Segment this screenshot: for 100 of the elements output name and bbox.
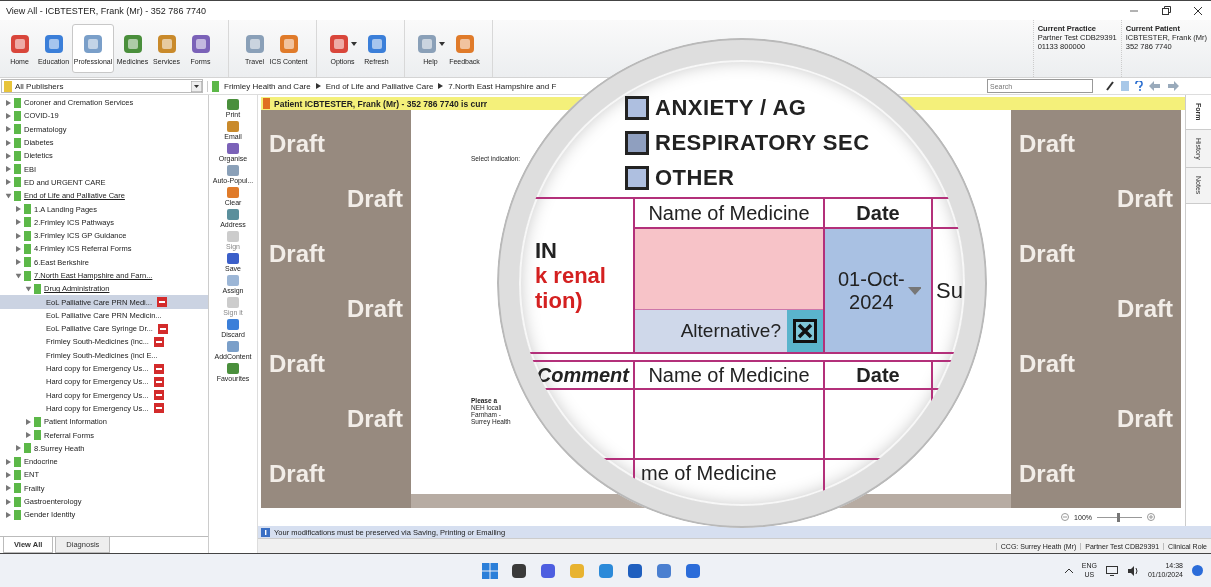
folder-icon [24,204,31,214]
app-icon[interactable] [685,562,701,579]
folder-icon [24,443,31,454]
checkbox[interactable] [625,95,649,120]
tile-icon [277,32,300,55]
folder-icon [14,150,21,161]
tile-icon [328,32,350,55]
folder-icon [24,230,31,241]
tile-icon [227,99,239,110]
forward-arrow-icon[interactable] [1167,81,1179,91]
medicine-input-field[interactable] [635,229,823,310]
window-title: View All - ICBTESTER, Frank (Mr) - 352 786 7740 [6,5,206,16]
folder-icon [34,430,41,441]
column-header: Name of Medicine [635,362,825,390]
tile-icon [155,32,178,55]
draft-watermark: Draft [269,239,325,268]
caret-icon [191,80,202,92]
tile-icon [227,209,239,220]
draft-watermark: Draft [269,350,325,379]
breadcrumb-link[interactable]: Frimley Health and Care [224,81,311,91]
warning-text: tion) [535,288,584,314]
tile-icon [227,253,239,264]
close-icon[interactable] [1193,5,1203,16]
draft-watermark: Draft [1117,295,1173,323]
folder-icon [14,164,21,175]
checkbox[interactable] [625,165,649,190]
zoom-slider-thumb[interactable] [1117,512,1121,522]
folder-icon [14,137,21,148]
column-header: Comment [525,362,635,390]
app-icon[interactable] [511,562,527,579]
folder-icon [24,257,31,268]
draft-watermark: Draft [347,405,403,434]
tile-icon [227,319,239,330]
alternative-row: Alternative? [635,310,823,352]
folder-icon [4,80,12,92]
tile-icon [227,165,239,176]
windows-icon[interactable] [482,562,498,579]
draft-watermark: Draft [1019,460,1075,489]
draft-watermark: Draft [347,295,403,323]
draft-watermark: Draft [269,460,325,489]
folder-icon [14,509,21,520]
tile-icon [42,32,65,55]
info-icon [261,527,270,537]
checkbox[interactable] [793,319,817,343]
cell-text: Su [936,277,963,304]
draft-watermark: Draft [1019,239,1075,268]
tile-icon [227,363,239,374]
expander-icon[interactable] [25,286,32,292]
restore-icon[interactable] [1161,5,1171,16]
tile-icon [121,32,144,55]
expander-icon[interactable] [16,206,21,212]
tile-icon [227,275,239,286]
caret-icon [907,286,921,295]
folder-icon [14,110,21,121]
tile-icon [227,143,239,154]
option-label: RESPIRATORY SEC [655,129,870,156]
minus-icon[interactable] [1061,513,1070,521]
folder-icon [14,97,21,108]
folder-icon [34,283,41,294]
column-header: me of Medicine [635,460,825,500]
tile-icon [416,32,438,55]
row-title: IN [535,237,558,263]
tile-icon [227,187,239,198]
draft-watermark: Draft [347,184,403,213]
checkbox[interactable] [625,130,649,155]
breadcrumb-link[interactable]: End of Life and Palliative Care [325,81,434,91]
folder-icon [212,80,219,92]
tile-icon [82,32,104,55]
caret-icon [439,41,445,46]
draft-watermark: Draft [1117,405,1173,434]
option-label: OTHER [655,164,735,191]
folder-icon [14,124,21,135]
date-field[interactable]: 01-Oct-2024 [825,229,933,354]
app-icon[interactable] [627,562,643,579]
tile-icon [243,32,266,55]
tile-icon [365,32,388,55]
folder-icon [14,190,21,201]
chevron-up-icon[interactable] [1064,568,1073,573]
chevron-icon [438,83,444,89]
caret-icon [351,41,357,46]
help-icon[interactable] [1135,81,1143,91]
folder-icon [14,483,21,494]
notification-icon[interactable] [1192,565,1203,576]
folder-icon [14,177,21,188]
folder-icon [24,270,31,281]
warning-text: k renal [535,262,607,289]
back-arrow-icon[interactable] [1149,81,1161,91]
tile-icon [453,32,476,55]
draft-watermark: Draft [269,129,325,158]
breadcrumb-link[interactable]: 7.North East Hampshire and F [448,81,557,91]
folder-icon [24,243,31,254]
speaker-icon[interactable] [1126,565,1139,576]
folder-icon [14,496,21,507]
app-icon[interactable] [540,562,556,579]
publisher-dropdown[interactable]: All Publishers [1,79,203,93]
folder-icon [34,416,41,427]
network-icon[interactable] [1105,565,1118,576]
plus-icon[interactable] [1147,513,1155,521]
tile-icon [227,231,239,242]
tile-icon [8,32,31,55]
